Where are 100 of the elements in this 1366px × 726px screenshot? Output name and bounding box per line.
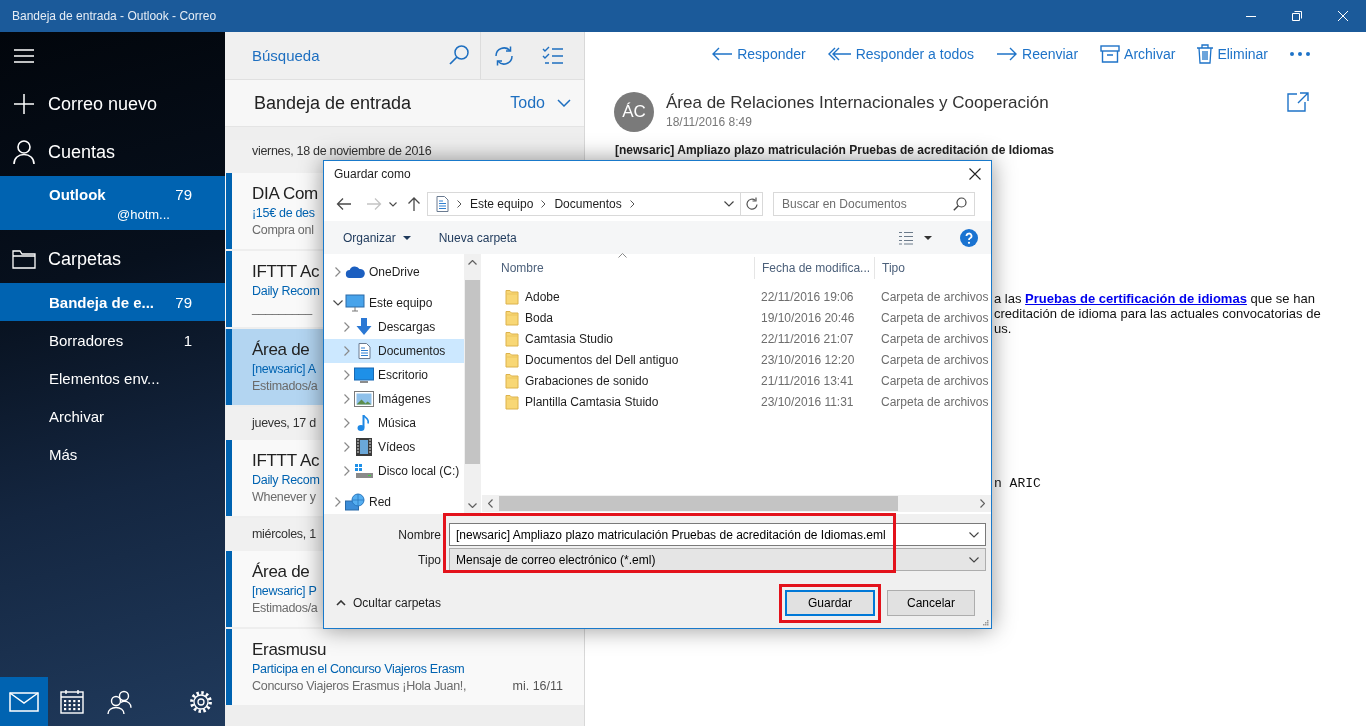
chevron-right-icon[interactable] <box>335 497 341 507</box>
column-header[interactable]: Fecha de modifica... <box>755 257 875 279</box>
message-item[interactable]: Erasmusu Participa en el Concurso Viajeros Erasm Concurso Viajeros Erasmus ¡Hola Juan!, mi. 16/11 <box>225 629 584 705</box>
file-row[interactable]: Boda 19/10/2016 20:46 Carpeta de archivos <box>482 307 991 328</box>
chevron-right-icon[interactable] <box>344 370 350 380</box>
folder-item[interactable]: Bandeja de e... 79 <box>0 283 225 321</box>
calendar-icon <box>60 689 84 714</box>
address-bar[interactable]: Este equipo Documentos <box>427 192 741 216</box>
scroll-down-icon[interactable] <box>468 503 477 508</box>
chevron-right-icon[interactable] <box>344 394 350 404</box>
chevron-right-icon[interactable] <box>541 200 547 208</box>
message-link[interactable]: Pruebas de certificación de idiomas <box>1025 291 1247 306</box>
search-icon[interactable] <box>449 45 469 65</box>
chevron-down-icon[interactable] <box>389 201 397 207</box>
left-arrow-icon <box>711 46 734 62</box>
vertical-scrollbar[interactable] <box>464 254 481 514</box>
archive-button[interactable]: Archivar <box>1100 45 1176 63</box>
tree-item[interactable]: Descargas <box>324 315 464 339</box>
plus-icon <box>14 94 34 114</box>
hide-folders-button[interactable]: Ocultar carpetas <box>336 596 442 610</box>
scroll-up-icon[interactable] <box>468 260 477 265</box>
scrollbar-thumb[interactable] <box>499 496 898 511</box>
save-button[interactable]: Guardar <box>785 590 875 616</box>
caret-down-icon[interactable] <box>924 235 932 240</box>
left-arrow-icon[interactable] <box>336 197 352 211</box>
archive-box-icon <box>1100 45 1121 63</box>
forward-button[interactable]: Reenviar <box>996 46 1079 62</box>
cancel-button[interactable]: Cancelar <box>887 590 975 616</box>
file-row[interactable]: Grabaciones de sonido 21/11/2016 13:41 Carpeta de archivos <box>482 370 991 391</box>
search-icon[interactable] <box>953 197 967 211</box>
chevron-down-icon[interactable] <box>969 532 979 538</box>
chevron-right-icon[interactable] <box>457 200 462 208</box>
document-icon <box>357 343 371 359</box>
folder-item[interactable]: Archivar <box>0 397 225 435</box>
network-globe-icon <box>345 493 365 511</box>
help-icon[interactable] <box>960 228 978 247</box>
tree-item[interactable]: Red <box>324 490 464 514</box>
folder-item[interactable]: Más <box>0 435 225 473</box>
refresh-button[interactable] <box>741 192 763 216</box>
chevron-down-icon[interactable] <box>724 201 734 207</box>
chevron-right-icon[interactable] <box>335 267 341 277</box>
breadcrumb-item[interactable]: Documentos <box>554 197 622 211</box>
breadcrumb-item[interactable]: Este equipo <box>470 197 534 211</box>
accounts-button[interactable]: Cuentas <box>0 128 225 176</box>
unread-count: 79 <box>175 293 192 311</box>
file-row[interactable]: Adobe 22/11/2016 19:06 Carpeta de archivos <box>482 286 991 307</box>
chevron-right-icon[interactable] <box>629 200 635 208</box>
file-name-field[interactable]: [newsaric] Ampliazo plazo matriculación Pruebas de acreditación de Idiomas.eml <box>449 523 986 546</box>
chevron-right-icon[interactable] <box>344 442 350 452</box>
message-preview: Whenever y <box>252 489 316 506</box>
caret-down-icon <box>402 235 411 240</box>
folders-button[interactable]: Carpetas <box>0 235 225 283</box>
pop-out-icon[interactable] <box>1287 92 1309 112</box>
account-item[interactable]: Outlook 79 @hotm... <box>0 176 225 230</box>
horizontal-scrollbar[interactable] <box>482 495 991 512</box>
chevron-right-icon[interactable] <box>344 418 350 428</box>
delete-button[interactable]: Eliminar <box>1197 44 1268 64</box>
reply-all-button[interactable]: Responder a todos <box>827 46 975 62</box>
message-preview: Compra onl <box>252 222 314 239</box>
menu-icon[interactable] <box>14 49 34 63</box>
chevron-down-icon[interactable] <box>333 300 343 306</box>
cloud-icon <box>345 266 365 278</box>
column-header[interactable]: Nombre <box>482 257 755 279</box>
tree-item[interactable]: Escritorio <box>324 363 464 387</box>
organize-button[interactable]: Organizar <box>343 230 411 245</box>
tree-item[interactable]: OneDrive <box>324 260 464 284</box>
up-arrow-icon[interactable] <box>407 196 421 212</box>
folder-item[interactable]: Elementos env... <box>0 359 225 397</box>
message-subject: [newsaric] A <box>252 361 316 378</box>
reply-button[interactable]: Responder <box>711 46 806 62</box>
chevron-right-icon[interactable] <box>344 322 350 332</box>
chevron-right-icon[interactable] <box>344 466 350 476</box>
file-row[interactable]: Camtasia Studio 22/11/2016 21:07 Carpeta de archivos <box>482 328 991 349</box>
folder-icon <box>505 393 519 410</box>
close-icon[interactable] <box>969 168 981 180</box>
mail-button[interactable] <box>0 677 48 726</box>
folder-icon <box>505 372 519 389</box>
tree-item[interactable]: Disco local (C:) <box>324 459 464 483</box>
column-header[interactable]: Tipo <box>875 257 991 279</box>
file-row[interactable]: Documentos del Dell antiguo 23/10/2016 12:20 Carpeta de archivos <box>482 349 991 370</box>
scroll-right-icon[interactable] <box>980 499 985 508</box>
file-type-select[interactable]: Mensaje de correo electrónico (*.eml) <box>449 548 986 571</box>
filter-dropdown[interactable]: Todo <box>510 94 571 112</box>
tree-item[interactable]: Documentos <box>324 339 464 363</box>
scrollbar-thumb[interactable] <box>465 280 480 464</box>
search-field[interactable]: Buscar en Documentos <box>773 192 975 216</box>
checklist-icon[interactable] <box>542 45 564 66</box>
resize-grip-icon[interactable] <box>982 619 989 626</box>
new-folder-button[interactable]: Nueva carpeta <box>438 230 517 245</box>
tree-item[interactable]: Música <box>324 411 464 435</box>
tree-item[interactable]: Este equipo <box>324 291 464 315</box>
message-preview: Concurso Viajeros Erasmus ¡Hola Juan!, <box>252 678 467 695</box>
sync-icon[interactable] <box>493 44 515 67</box>
new-mail-button[interactable]: Correo nuevo <box>0 80 225 128</box>
file-type: Carpeta de archivos <box>881 289 989 304</box>
view-options-icon[interactable] <box>898 230 914 245</box>
scroll-left-icon[interactable] <box>488 499 493 508</box>
folder-item[interactable]: Borradores 1 <box>0 321 225 359</box>
restore-icon[interactable] <box>1292 11 1302 21</box>
more-icon[interactable] <box>1290 52 1310 56</box>
